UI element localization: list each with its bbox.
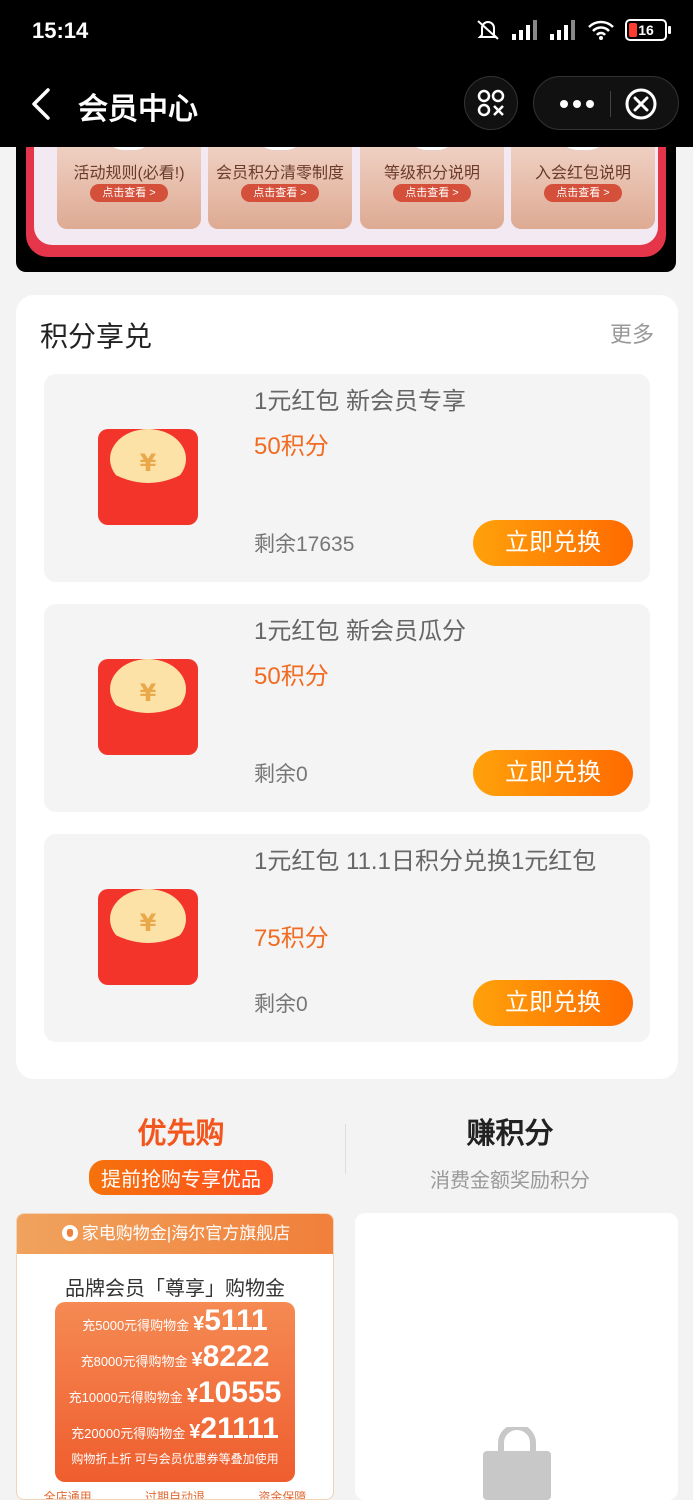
view-button[interactable]: 点击查看 > bbox=[544, 184, 622, 202]
banner-frame: 活动规则(必看!) 点击查看 > 会员积分清零制度 点击查看 > 等级积分说明 … bbox=[26, 147, 666, 257]
checklist-icon bbox=[551, 147, 615, 153]
offer-yen: ¥ bbox=[191, 1349, 203, 1371]
red-envelope-icon: ¥ bbox=[98, 429, 198, 525]
promo-subtitle: 品牌会员「尊享」购物金 bbox=[65, 1278, 285, 1300]
scan-icon bbox=[477, 89, 505, 117]
battery-level: 16 bbox=[638, 22, 654, 38]
promo-header: 家电购物金|海尔官方旗舰店 bbox=[17, 1214, 333, 1254]
status-time: 15:14 bbox=[32, 18, 89, 43]
promo-note: 购物折上折 可与会员优惠券等叠加使用 bbox=[71, 1452, 279, 1466]
mini-program-capsule bbox=[533, 76, 679, 130]
offer-amount: 21111 bbox=[200, 1412, 279, 1445]
offer-yen: ¥ bbox=[189, 1421, 201, 1443]
offer-yen: ¥ bbox=[193, 1313, 205, 1335]
shopping-credit-card[interactable]: 家电购物金|海尔官方旗舰店 品牌会员「尊享」购物金 充5000元得购物金 ¥511… bbox=[16, 1213, 334, 1500]
top-bar: 15:14 16 会员中心 bbox=[0, 0, 693, 147]
view-button[interactable]: 点击查看 > bbox=[241, 184, 319, 202]
offer-text: 充20000元得购物金 bbox=[71, 1426, 186, 1441]
item-remaining: 剩余0 bbox=[254, 993, 308, 1016]
view-button[interactable]: 点击查看 > bbox=[90, 184, 168, 202]
item-points: 50积分 bbox=[254, 433, 329, 460]
exchange-item[interactable]: ¥ 1元红包 11.1日积分兑换1元红包 75积分 剩余0 立即兑换 bbox=[44, 834, 650, 1042]
offer-text: 充5000元得购物金 bbox=[82, 1318, 190, 1333]
flame-icon bbox=[61, 1225, 78, 1241]
banner-card-title: 入会红包说明 bbox=[534, 165, 631, 182]
svg-text:¥: ¥ bbox=[140, 679, 157, 707]
offer-amount: 5111 bbox=[204, 1304, 268, 1337]
back-arrow-icon[interactable] bbox=[22, 82, 62, 126]
offer-text: 充10000元得购物金 bbox=[68, 1390, 183, 1405]
tab-divider bbox=[345, 1124, 346, 1174]
tab-earn-points[interactable]: 赚积分 消费金额奖励积分 bbox=[400, 1110, 620, 1193]
banner-card-activity-rules[interactable]: 活动规则(必看!) 点击查看 > bbox=[57, 147, 201, 229]
banner-panel: 活动规则(必看!) 点击查看 > 会员积分清零制度 点击查看 > 等级积分说明 … bbox=[34, 147, 658, 245]
offer-row: 充10000元得购物金 ¥10555 bbox=[55, 1376, 295, 1410]
redeem-button[interactable]: 立即兑换 bbox=[473, 980, 633, 1026]
red-envelope-icon: ¥ bbox=[98, 659, 198, 755]
clock-icon bbox=[248, 147, 312, 153]
offer-yen: ¥ bbox=[186, 1385, 198, 1407]
banner-card-title: 会员积分清零制度 bbox=[215, 165, 344, 182]
svg-text:¥: ¥ bbox=[140, 449, 157, 477]
banner-card-title: 活动规则(必看!) bbox=[73, 165, 185, 182]
tab-priority-buy[interactable]: 优先购 提前抢购专享优品 bbox=[82, 1110, 280, 1195]
item-title: 1元红包 新会员瓜分 bbox=[254, 618, 467, 645]
offer-text: 充8000元得购物金 bbox=[80, 1354, 188, 1369]
offer-amount: 10555 bbox=[197, 1376, 282, 1409]
svg-text:¥: ¥ bbox=[140, 909, 157, 937]
mute-bell-icon bbox=[477, 20, 499, 40]
banner-card-join-redpacket[interactable]: 入会红包说明 点击查看 > bbox=[511, 147, 655, 229]
tab-subtitle: 消费金额奖励积分 bbox=[430, 1170, 590, 1192]
banner-card-level-points[interactable]: 等级积分说明 点击查看 > bbox=[360, 147, 504, 229]
status-icons: 16 bbox=[475, 18, 671, 42]
offer-row: 充20000元得购物金 ¥21111 bbox=[55, 1412, 295, 1446]
red-envelope-icon: ¥ bbox=[98, 889, 198, 985]
item-title: 1元红包 新会员专享 bbox=[254, 388, 467, 415]
rules-banner: 活动规则(必看!) 点击查看 > 会员积分清零制度 点击查看 > 等级积分说明 … bbox=[16, 147, 676, 272]
redeem-button[interactable]: 立即兑换 bbox=[473, 750, 633, 796]
signal-icon-2 bbox=[550, 20, 575, 40]
section-title: 积分享兑 bbox=[40, 321, 153, 352]
banner-card-points-reset[interactable]: 会员积分清零制度 点击查看 > bbox=[208, 147, 352, 229]
offer-amount: 8222 bbox=[202, 1340, 270, 1373]
promo-features: 全店通用 过期自动退 资金保障 bbox=[17, 1488, 333, 1500]
item-points: 50积分 bbox=[254, 663, 329, 690]
more-options-button[interactable] bbox=[552, 77, 602, 131]
exchange-item[interactable]: ¥ 1元红包 新会员专享 50积分 剩余17635 立即兑换 bbox=[44, 374, 650, 582]
wifi-icon bbox=[588, 20, 614, 40]
tab-subtitle: 提前抢购专享优品 bbox=[89, 1160, 273, 1195]
tab-title: 优先购 bbox=[137, 1118, 225, 1150]
capsule-divider bbox=[610, 91, 611, 117]
signal-icon-1 bbox=[512, 20, 537, 40]
feature-store-wide: 全店通用 bbox=[43, 1490, 92, 1500]
points-exchange-section: 积分享兑 更多 ¥ 1元红包 新会员专享 50积分 剩余17635 立即兑换 ¥… bbox=[16, 295, 678, 1079]
scan-button[interactable] bbox=[464, 76, 518, 130]
battery-icon: 16 bbox=[625, 19, 671, 41]
item-remaining: 剩余0 bbox=[254, 763, 308, 786]
edit-icon bbox=[400, 147, 464, 153]
product-placeholder-card[interactable] bbox=[355, 1213, 678, 1500]
page-title: 会员中心 bbox=[78, 93, 198, 126]
item-points: 75积分 bbox=[254, 925, 329, 952]
banner-card-title: 等级积分说明 bbox=[383, 165, 480, 182]
feature-auto-refund: 过期自动退 bbox=[144, 1490, 205, 1500]
view-button[interactable]: 点击查看 > bbox=[393, 184, 471, 202]
close-icon[interactable] bbox=[624, 87, 658, 121]
tab-title: 赚积分 bbox=[466, 1118, 554, 1150]
item-title: 1元红包 11.1日积分兑换1元红包 bbox=[254, 848, 597, 875]
shopping-bag-icon bbox=[483, 1427, 551, 1500]
offer-row: 充5000元得购物金 ¥5111 bbox=[55, 1304, 295, 1338]
redeem-button[interactable]: 立即兑换 bbox=[473, 520, 633, 566]
more-dots-icon bbox=[560, 100, 594, 108]
exchange-item[interactable]: ¥ 1元红包 新会员瓜分 50积分 剩余0 立即兑换 bbox=[44, 604, 650, 812]
promo-header-text: 家电购物金|海尔官方旗舰店 bbox=[81, 1224, 291, 1243]
document-icon bbox=[97, 147, 161, 153]
item-remaining: 剩余17635 bbox=[254, 533, 355, 556]
more-link[interactable]: 更多 bbox=[610, 317, 654, 349]
promo-offer-box: 充5000元得购物金 ¥5111 充8000元得购物金 ¥8222 充10000元得… bbox=[55, 1302, 295, 1482]
offer-row: 充8000元得购物金 ¥8222 bbox=[55, 1340, 295, 1374]
feature-fund-guarantee: 资金保障 bbox=[258, 1490, 307, 1500]
